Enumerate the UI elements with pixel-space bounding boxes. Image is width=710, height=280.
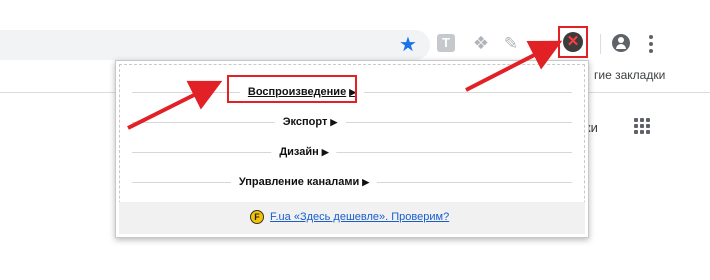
annotation-arrow-extension (465, 40, 563, 92)
annotation-arrow-menu (127, 80, 223, 130)
annotation-arrows (127, 40, 563, 130)
